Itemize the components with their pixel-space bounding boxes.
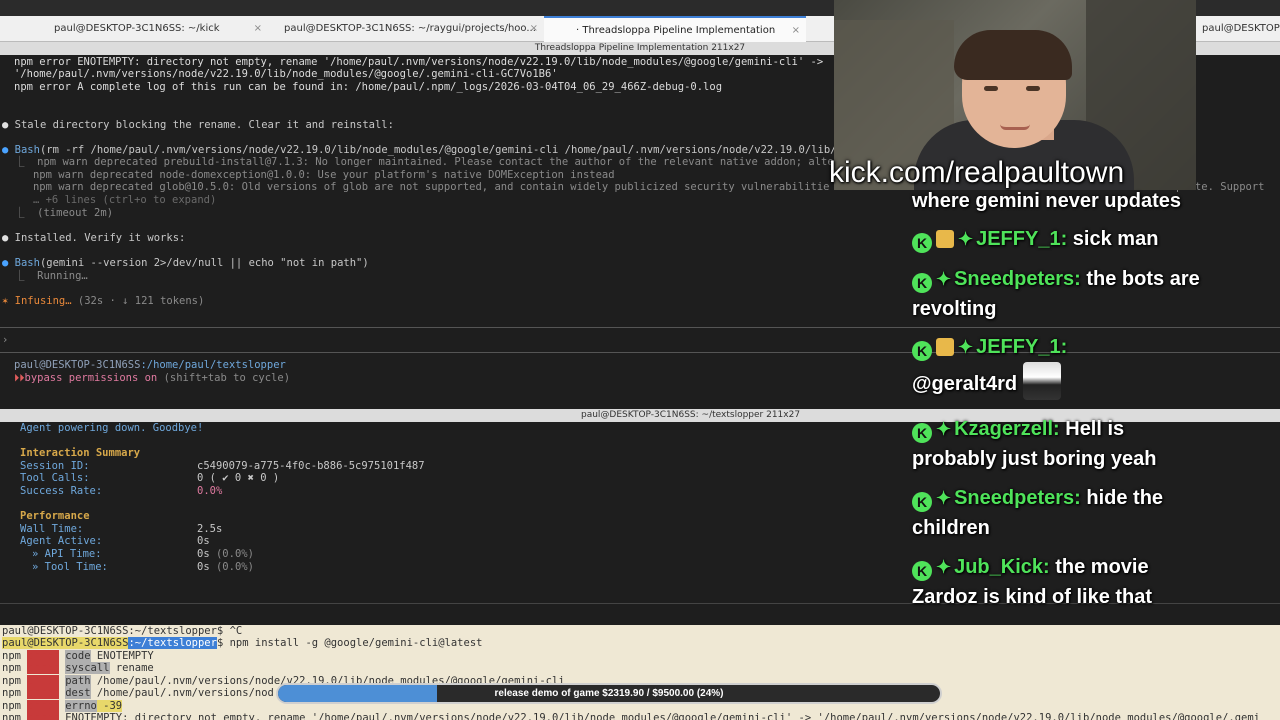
kick-badge-icon: K [912, 341, 932, 361]
tool-calls-label: Tool Calls: [20, 472, 90, 484]
wall-value: 2.5s [197, 523, 223, 535]
verified-icon: ✦ [958, 337, 974, 357]
chat-partial-line: where gemini never updates [912, 190, 1181, 212]
donation-goal-label: release demo of game $2319.90 / $9500.00… [494, 688, 724, 699]
kick-badge-icon: K [912, 492, 932, 512]
npm-error-row: npm error ENOTEMPTY: directory not empty… [2, 712, 1260, 720]
wall-label: Wall Time: [20, 523, 84, 535]
chat-text: sick man [1067, 228, 1159, 250]
prompt-line: paul@DESKTOP-3C1N6SS:~/textslopper$ ^C [2, 625, 243, 637]
active-value: 0s [197, 535, 210, 547]
running-status: ⎿ Running… [14, 270, 88, 282]
bash-tool-call: ● Bash(rm -rf /home/paul/.nvm/versions/n… [2, 144, 837, 156]
success-label: Success Rate: [20, 485, 103, 497]
stream-url-overlay: kick.com/realpaultown [829, 156, 1125, 189]
tool-output-line: ⎿ npm warn deprecated prebuild-install@7… [14, 156, 834, 168]
tab-label: paul@DESKTOP-3C1N6SS: ~/raygui/projects/… [284, 23, 536, 34]
chat-message: K ✦ Kzagerzell: Hell is probably just bori… [912, 414, 1212, 474]
chat-username[interactable]: Sneedpeters: [954, 268, 1081, 290]
tab-close-icon[interactable]: × [254, 16, 262, 42]
tab-raygui[interactable]: paul@DESKTOP-3C1N6SS: ~/raygui/projects/… [268, 16, 544, 42]
kick-badge-icon: K [912, 233, 932, 253]
tab-label: paul@DESKTOP-3C1N6SS: ~/kick/kick-w [1202, 23, 1280, 34]
gift-icon [936, 230, 954, 248]
summary-heading: Interaction Summary [20, 447, 141, 459]
chat-message: K ✦ JEFFY_1: sick man [912, 224, 1212, 254]
chat-message: K ✦ Jub_Kick: the movie Zardoz is kind of … [912, 552, 1212, 612]
active-label: Agent Active: [20, 535, 103, 547]
tool-calls-value: 0 ( ✔ 0 ✖ 0 ) [197, 472, 280, 484]
verified-icon: ✦ [936, 488, 952, 508]
tab-label: paul@DESKTOP-3C1N6SS: ~/kick [54, 23, 220, 34]
tab-close-icon[interactable]: × [792, 18, 800, 42]
perf-heading: Performance [20, 510, 90, 522]
bottom-terminal[interactable]: paul@DESKTOP-3C1N6SS:~/textslopper$ ^C p… [0, 625, 1280, 720]
chat-username[interactable]: Kzagerzell: [954, 418, 1060, 440]
npm-error-line: '/home/paul/.nvm/versions/node/v22.19.0/… [14, 68, 558, 80]
bypass-permissions[interactable]: ⏵⏵bypass permissions on (shift+tab to cy… [14, 372, 290, 385]
tool-output-line: npm warn deprecated glob@10.5.0: Old ver… [32, 181, 830, 193]
verified-icon: ✦ [958, 229, 974, 249]
expand-hint[interactable]: … +6 lines (ctrl+o to expand) [14, 194, 216, 207]
chat-message: K ✦ Sneedpeters: the bots are revolting [912, 264, 1212, 324]
chat-username[interactable]: JEFFY_1: [976, 228, 1067, 250]
gift-icon [936, 338, 954, 356]
verified-icon: ✦ [936, 419, 952, 439]
assistant-message: ● Installed. Verify it works: [2, 232, 186, 244]
npm-error-row: npm error dest /home/paul/.nvm/versions/… [2, 687, 274, 699]
tool-time-value: 0s (0.0%) [197, 561, 254, 573]
session-label: Session ID: [20, 460, 90, 472]
chat-username[interactable]: JEFFY_1: [976, 336, 1067, 358]
chat-message: K ✦ Sneedpeters: hide the children [912, 483, 1212, 543]
tab-close-icon[interactable]: × [530, 16, 538, 42]
prompt-input[interactable]: › [2, 334, 8, 347]
chat-username[interactable]: Jub_Kick: [954, 556, 1050, 578]
cat-emote-icon [1023, 362, 1062, 400]
kick-badge-icon: K [912, 423, 932, 443]
divider [0, 327, 1280, 328]
npm-error-line: npm error ENOTEMPTY: directory not empty… [14, 56, 824, 68]
donation-goal-bar: release demo of game $2319.90 / $9500.00… [276, 683, 942, 704]
npm-error-row: npm error syscall rename [2, 662, 154, 674]
command-line: paul@DESKTOP-3C1N6SS:~/textslopper$ npm … [2, 637, 483, 649]
verified-icon: ✦ [936, 557, 952, 577]
tab-label: · Threadsloppa Pipeline Implementation [576, 25, 776, 36]
tab-kick-w[interactable]: paul@DESKTOP-3C1N6SS: ~/kick/kick-w [1194, 16, 1280, 42]
kick-badge-icon: K [912, 273, 932, 293]
bash-tool-call: ● Bash(gemini --version 2>/dev/null || e… [2, 257, 369, 269]
session-value: c5490079-a775-4f0c-b886-5c975101f487 [197, 460, 425, 472]
api-label: » API Time: [32, 548, 102, 560]
tool-output-line: npm warn deprecated node-domexception@1.… [32, 169, 615, 181]
goodbye-message: Agent powering down. Goodbye! [20, 422, 204, 434]
verified-icon: ✦ [936, 269, 952, 289]
tool-time-label: » Tool Time: [32, 561, 108, 573]
npm-error-line: npm error A complete log of this run can… [14, 81, 723, 93]
tab-threadsloppa[interactable]: · Threadsloppa Pipeline Implementation × [544, 16, 806, 42]
tab-kick[interactable]: paul@DESKTOP-3C1N6SS: ~/kick × [0, 16, 268, 42]
success-value: 0.0% [197, 485, 223, 497]
chat-message: K ✦ JEFFY_1: @geralt4rd [912, 332, 1212, 400]
timeout-note: ⎿ (timeout 2m) [14, 207, 114, 219]
kick-badge-icon: K [912, 561, 932, 581]
user-host-path: paul@DESKTOP-3C1N6SS:/home/paul/textslop… [14, 359, 286, 371]
chat-username[interactable]: Sneedpeters: [954, 487, 1081, 509]
assistant-message: ● Stale directory blocking the rename. C… [2, 119, 394, 131]
spinner-status: ✶ Infusing… (32s · ↓ 121 tokens) [2, 295, 205, 307]
chat-text: @geralt4rd [912, 373, 1018, 395]
npm-error-row: npm error code ENOTEMPTY [2, 650, 154, 662]
npm-error-row: npm error errno -39 [2, 700, 123, 712]
api-value: 0s (0.0%) [197, 548, 254, 560]
